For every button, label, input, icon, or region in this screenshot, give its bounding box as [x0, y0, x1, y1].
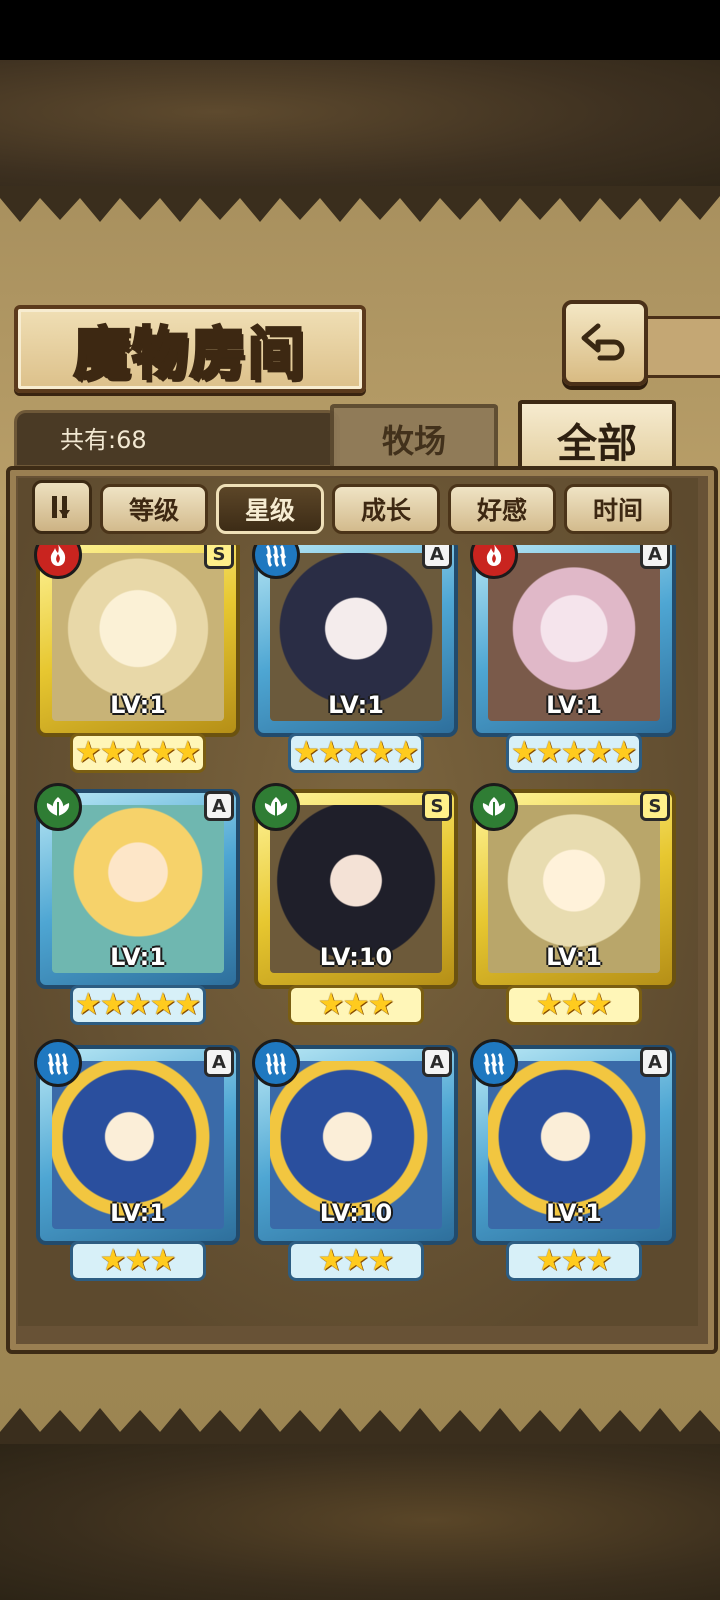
star-icon: ★ — [535, 735, 563, 770]
sort-by-affection-button[interactable]: 好感 — [448, 484, 556, 534]
monster-level: LV:1 — [110, 943, 166, 971]
star-icon: ★ — [342, 987, 370, 1022]
back-button-rail — [640, 316, 720, 378]
star-icon: ★ — [560, 987, 588, 1022]
map-background-top — [0, 60, 720, 190]
star-icon: ★ — [149, 735, 177, 770]
star-icon: ★ — [585, 735, 613, 770]
star-icon: ★ — [99, 1243, 127, 1278]
rank-badge: A — [422, 545, 452, 569]
rank-badge: S — [204, 545, 234, 569]
water-element-icon — [34, 1039, 82, 1087]
monster-level: LV:1 — [328, 691, 384, 719]
monster-count: 共有:68 — [60, 426, 147, 454]
back-arrow-icon — [581, 323, 625, 361]
star-icon: ★ — [317, 1243, 345, 1278]
star-icon: ★ — [560, 1243, 588, 1278]
star-rating: ★ ★ ★ — [506, 985, 642, 1025]
star-rating: ★ ★ ★ — [288, 985, 424, 1025]
rank-badge: A — [204, 1047, 234, 1077]
monster-level: LV:1 — [546, 691, 602, 719]
star-icon: ★ — [99, 987, 127, 1022]
sort-by-level-button[interactable]: 等级 — [100, 484, 208, 534]
torn-edge-bottom — [0, 1408, 720, 1444]
star-icon: ★ — [174, 735, 202, 770]
star-icon: ★ — [149, 1243, 177, 1278]
star-rating: ★ ★ ★ — [506, 1241, 642, 1281]
torn-edge-top — [0, 186, 720, 222]
monster-level: LV:1 — [546, 1199, 602, 1227]
monster-card[interactable]: A LV:1 ★ ★ ★ ★ ★ — [470, 545, 676, 775]
star-rating: ★ ★ ★ ★ ★ — [70, 985, 206, 1025]
page-title: 魔物房间 — [73, 319, 306, 388]
star-icon: ★ — [99, 735, 127, 770]
sort-order-toggle[interactable] — [32, 480, 92, 534]
star-icon: ★ — [124, 987, 152, 1022]
monster-level: LV:1 — [110, 691, 166, 719]
star-icon: ★ — [292, 735, 320, 770]
star-icon: ★ — [585, 1243, 613, 1278]
star-icon: ★ — [124, 1243, 152, 1278]
tab-all[interactable]: 全部 — [518, 400, 676, 476]
star-rating: ★ ★ ★ ★ ★ — [70, 733, 206, 773]
rank-badge: A — [640, 1047, 670, 1077]
map-background-bottom — [0, 1440, 720, 1600]
sort-by-growth-button[interactable]: 成长 — [332, 484, 440, 534]
star-icon: ★ — [585, 987, 613, 1022]
monster-card[interactable]: A LV:1 ★ ★ ★ ★ ★ — [34, 783, 240, 1027]
star-icon: ★ — [367, 987, 395, 1022]
back-button[interactable] — [562, 300, 648, 386]
monster-card[interactable]: A LV:1 ★ ★ ★ ★ ★ — [252, 545, 458, 775]
star-icon: ★ — [510, 735, 538, 770]
star-icon: ★ — [367, 1243, 395, 1278]
monster-card[interactable]: S LV:1 ★ ★ ★ ★ ★ — [34, 545, 240, 775]
star-icon: ★ — [74, 735, 102, 770]
monster-level: LV:1 — [110, 1199, 166, 1227]
star-icon: ★ — [342, 735, 370, 770]
monster-level: LV:10 — [319, 1199, 393, 1227]
title-plate: 魔物房间 — [14, 305, 366, 393]
monster-level: LV:10 — [319, 943, 393, 971]
sort-by-time-button[interactable]: 时间 — [564, 484, 672, 534]
star-icon: ★ — [174, 987, 202, 1022]
monster-level: LV:1 — [546, 943, 602, 971]
leaf-element-icon — [252, 783, 300, 831]
star-icon: ★ — [535, 1243, 563, 1278]
monster-card[interactable]: A LV:1 ★ ★ ★ — [470, 1039, 676, 1283]
sort-order-icon — [52, 496, 70, 518]
star-rating: ★ ★ ★ — [70, 1241, 206, 1281]
water-element-icon — [470, 1039, 518, 1087]
rank-badge: S — [640, 791, 670, 821]
star-rating: ★ ★ ★ ★ ★ — [288, 733, 424, 773]
sort-by-star-button[interactable]: 星级 — [216, 484, 324, 534]
star-icon: ★ — [149, 987, 177, 1022]
star-rating: ★ ★ ★ ★ ★ — [506, 733, 642, 773]
rank-badge: A — [204, 791, 234, 821]
monster-card[interactable]: S LV:10 ★ ★ ★ — [252, 783, 458, 1027]
star-icon: ★ — [392, 735, 420, 770]
star-icon: ★ — [317, 987, 345, 1022]
star-icon: ★ — [74, 987, 102, 1022]
rank-badge: A — [640, 545, 670, 569]
star-icon: ★ — [560, 735, 588, 770]
tab-farm[interactable]: 牧场 — [330, 404, 498, 470]
star-rating: ★ ★ ★ — [288, 1241, 424, 1281]
leaf-element-icon — [34, 783, 82, 831]
monster-grid: S LV:1 ★ ★ ★ ★ ★ A LV:1 ★ ★ ★ ★ ★ A LV:1 ★ ★ ★ ★ ★ A LV:1 ★ ★ ★ ★ ★… — [26, 545, 696, 1320]
star-icon: ★ — [317, 735, 345, 770]
star-icon: ★ — [610, 735, 638, 770]
monster-card[interactable]: A LV:1 ★ ★ ★ — [34, 1039, 240, 1283]
star-icon: ★ — [367, 735, 395, 770]
rank-badge: S — [422, 791, 452, 821]
star-icon: ★ — [342, 1243, 370, 1278]
star-icon: ★ — [124, 735, 152, 770]
water-element-icon — [252, 1039, 300, 1087]
monster-card[interactable]: S LV:1 ★ ★ ★ — [470, 783, 676, 1027]
status-bar — [0, 0, 720, 60]
leaf-element-icon — [470, 783, 518, 831]
rank-badge: A — [422, 1047, 452, 1077]
star-icon: ★ — [535, 987, 563, 1022]
monster-card[interactable]: A LV:10 ★ ★ ★ — [252, 1039, 458, 1283]
